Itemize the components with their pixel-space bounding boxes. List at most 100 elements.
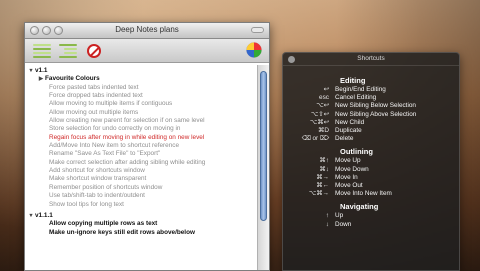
outline-row[interactable]: Show tool tips for long text — [25, 201, 257, 209]
outline-row[interactable]: Store selection for undo correctly on mo… — [25, 125, 257, 133]
shortcut-row: ↩ Begin/End Editing — [283, 86, 459, 94]
disclosure-open-icon[interactable]: ▼ — [27, 67, 35, 75]
outline-row[interactable]: ▼v1.1 — [25, 67, 257, 75]
outline-row[interactable]: Rename "Save As Text File" to "Export" — [25, 150, 257, 158]
outline-row[interactable]: Allow creating new parent for selection … — [25, 117, 257, 125]
disclosure-open-icon[interactable]: ▼ — [27, 212, 35, 220]
outline-row-text: Store selection for undo correctly on mo… — [49, 125, 181, 133]
shortcuts-title: Shortcuts — [357, 55, 385, 62]
shortcut-row: ⌘← Move Out — [283, 182, 459, 190]
outline-row[interactable]: Add/Move Into New item to shortcut refer… — [25, 142, 257, 150]
toolbar — [25, 39, 269, 63]
shortcut-row: esc Cancel Editing — [283, 94, 459, 102]
shortcut-action: Delete — [335, 135, 354, 143]
shortcut-action: Move Up — [335, 157, 361, 165]
outline-row-text: Allow moving to multiple items if contig… — [49, 100, 173, 108]
shortcut-key: ↩ — [323, 86, 329, 93]
shortcut-key: ⌥↩ — [316, 102, 329, 110]
shortcut-row: ↑ Up — [283, 212, 459, 220]
window-title: Deep Notes plans — [115, 25, 179, 34]
shortcut-key: ⌥⌘→ — [308, 190, 329, 198]
shortcut-key: ⌥⌘↩ — [309, 118, 329, 126]
shortcut-section-heading: Editing — [340, 76, 366, 85]
shortcut-action: Move In — [335, 173, 358, 181]
shortcut-action: Move Down — [335, 165, 369, 173]
vertical-scrollbar[interactable] — [257, 65, 269, 270]
outline-row[interactable]: Allow copying multiple rows as text — [25, 220, 257, 228]
outline-row-text: Make correct selection after adding sibl… — [49, 158, 206, 166]
delete-icon[interactable] — [87, 44, 101, 58]
colors-icon[interactable] — [246, 42, 262, 58]
add-child-button[interactable] — [59, 42, 77, 59]
outline-row-text: Favourite Colours — [45, 75, 100, 83]
shortcut-action: Move Out — [335, 182, 363, 190]
outline-view[interactable]: ▼v1.1 ▶ Favourite Colours Force pasted tabs… — [25, 65, 257, 270]
shortcut-row: ⌘→ Move In — [283, 174, 459, 182]
outline-row-text: Use tab/shift-tab to indent/outdent — [49, 192, 145, 200]
shortcut-action: New Child — [335, 118, 365, 126]
shortcuts-list: Editing ↩ Begin/End Editing esc Cancel Editi… — [283, 66, 459, 229]
outline-row[interactable]: ▼v1.1.1 — [25, 212, 257, 220]
shortcut-row: ↓ Down — [283, 221, 459, 229]
shortcut-key: ⌥⇧↩ — [310, 110, 329, 118]
shortcut-key: ↑ — [325, 212, 329, 220]
outline-row-text: Make un-ignore keys still edit rows abov… — [49, 228, 195, 236]
outline-row-text: Force dropped tabs indented text — [49, 92, 143, 100]
outline-row-text: Allow copying multiple rows as text — [49, 220, 158, 228]
disclosure-closed-icon[interactable]: ▶ — [37, 75, 45, 83]
outline-row[interactable]: Force dropped tabs indented text — [25, 92, 257, 100]
shortcut-action: New Sibling Above Selection — [335, 110, 417, 118]
outline-row[interactable]: Make correct selection after adding sibl… — [25, 159, 257, 167]
outline-row-text: Allow moving out multiple items — [49, 108, 139, 116]
outline-row[interactable]: Remember position of shortcuts window — [25, 184, 257, 192]
outline-row-text: Add shortcut for shortcuts window — [49, 167, 145, 175]
outline-row-text: Allow creating new parent for selection … — [49, 117, 205, 125]
outline-row[interactable]: Make shortcut window transparent — [25, 175, 257, 183]
outline-row-text: v1.1 — [35, 67, 48, 74]
shortcut-key: ⌫ or ⌦ — [301, 135, 329, 143]
shortcut-action: New Sibling Below Selection — [335, 102, 416, 110]
shortcut-section-heading: Outlining — [340, 147, 373, 157]
main-titlebar: Deep Notes plans — [25, 23, 269, 39]
toolbar-toggle-button[interactable] — [251, 27, 264, 33]
outline-row[interactable]: Force pasted tabs indented text — [25, 84, 257, 92]
outline-row-text: Rename "Save As Text File" to "Export" — [49, 150, 161, 158]
deep-notes-window: Deep Notes plans ▼v1.1 ▶ Favourite Colours… — [24, 22, 270, 271]
shortcut-action: Begin/End Editing — [335, 86, 386, 93]
shortcut-row: ⌥⌘→ Move Into New Item — [283, 190, 459, 198]
outline-row[interactable]: Allow moving out multiple items — [25, 109, 257, 117]
outline-row-text: v1.1.1 — [35, 211, 53, 219]
shortcut-row: ⌥⌘↩ New Child — [283, 119, 459, 127]
shortcuts-titlebar: Shortcuts — [283, 53, 459, 66]
shortcut-action: Duplicate — [335, 127, 362, 135]
shortcut-row: ⌥⇧↩ New Sibling Above Selection — [283, 111, 459, 119]
shortcut-key: ↓ — [325, 220, 329, 228]
shortcut-key: ⌘D — [317, 127, 329, 135]
outline-row[interactable]: Regain focus after moving in while editi… — [25, 134, 257, 142]
scroll-thumb[interactable] — [260, 71, 267, 221]
outline-row[interactable]: ▶ Favourite Colours — [25, 75, 257, 83]
shortcut-row: ⌥↩ New Sibling Below Selection — [283, 102, 459, 110]
shortcut-section-heading: Navigating — [340, 202, 379, 212]
outline-row-text: Force pasted tabs indented text — [49, 83, 139, 91]
outline-row[interactable]: Use tab/shift-tab to indent/outdent — [25, 192, 257, 200]
shortcut-row: ⌘D Duplicate — [283, 127, 459, 135]
add-sibling-button[interactable] — [33, 42, 51, 59]
shortcut-action: Down — [335, 220, 352, 228]
outline-row[interactable]: Allow moving to multiple items if contig… — [25, 100, 257, 108]
outline-row-text: Regain focus after moving in while editi… — [49, 133, 205, 141]
outline-row-text: Make shortcut window transparent — [49, 175, 147, 183]
shortcut-action: Move Into New Item — [335, 190, 392, 198]
outline-row-text: Show tool tips for long text — [49, 200, 124, 208]
shortcut-key: ⌘→ — [316, 173, 329, 181]
shortcut-key: ⌘↓ — [319, 165, 329, 173]
shortcut-action: Cancel Editing — [335, 94, 377, 102]
shortcut-row: ⌫ or ⌦ Delete — [283, 135, 459, 143]
shortcut-key: esc — [319, 94, 329, 102]
shortcut-row: ⌘↓ Move Down — [283, 166, 459, 174]
outline-row[interactable]: Make un-ignore keys still edit rows abov… — [25, 229, 257, 237]
shortcuts-panel: Shortcuts Editing ↩ Begin/End Editing esc Ca… — [282, 52, 460, 271]
outline-row-text: Add/Move Into New item to shortcut refer… — [49, 142, 180, 150]
shortcut-row: ⌘↑ Move Up — [283, 157, 459, 165]
outline-row[interactable]: Add shortcut for shortcuts window — [25, 167, 257, 175]
